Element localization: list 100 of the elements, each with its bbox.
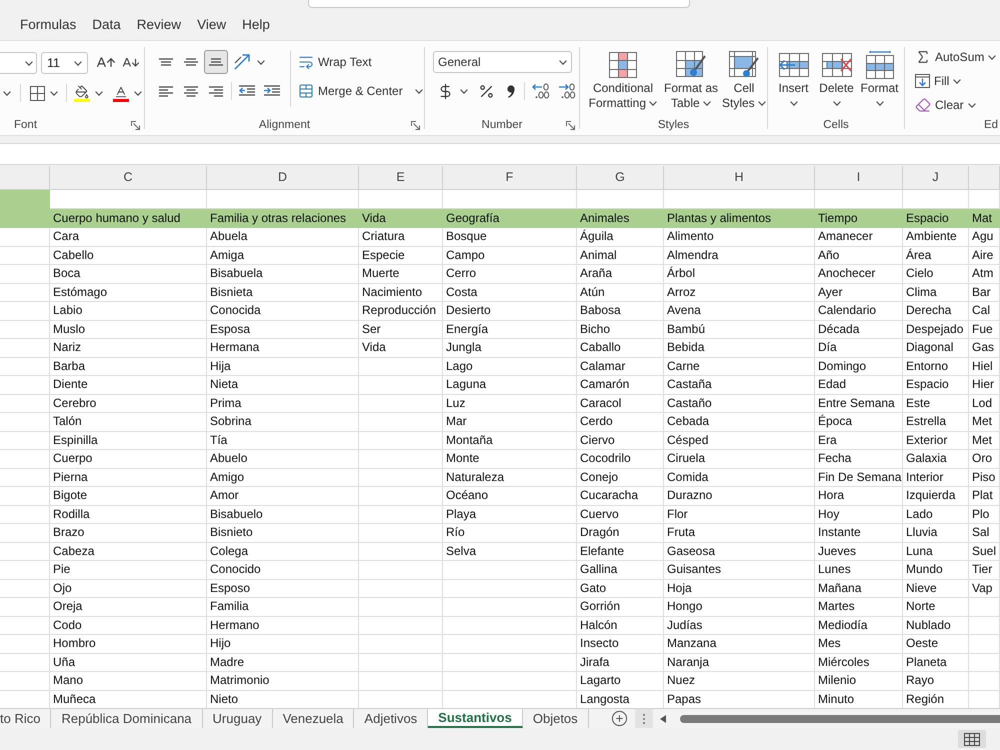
chevron-down-icon[interactable] (25, 60, 33, 66)
table-cell: Lluvia (903, 524, 969, 542)
clear-button[interactable]: Clear (915, 93, 976, 117)
chevron-down-icon[interactable] (790, 101, 798, 106)
table-cell: Energía (443, 320, 577, 339)
delete-button[interactable]: Delete (815, 49, 858, 117)
increase-indent-icon[interactable] (264, 85, 280, 97)
chevron-down-icon[interactable] (257, 60, 265, 64)
column-header[interactable]: E (359, 166, 443, 190)
merge-center-button[interactable]: Merge & Center (296, 79, 425, 103)
format-cells-icon[interactable] (866, 51, 894, 79)
header-cell: Geografía (443, 209, 577, 228)
chevron-down-icon[interactable] (953, 78, 962, 84)
column-header[interactable]: H (664, 166, 815, 190)
font-size-dropdown[interactable]: 11 (41, 52, 88, 74)
wrap-text-button[interactable]: Wrap Text (296, 49, 425, 75)
table-cell: Ayer (815, 284, 903, 302)
format-as-table-button[interactable]: Format as Table (661, 49, 721, 117)
decrease-indent-icon[interactable] (239, 85, 255, 97)
chevron-down-icon[interactable] (74, 60, 82, 66)
chevron-down-icon[interactable] (50, 90, 58, 96)
font-color-icon[interactable] (113, 84, 129, 102)
table-cell: Reproducción (359, 302, 443, 320)
plus-circle-icon[interactable] (610, 710, 628, 727)
chevron-down-icon[interactable] (832, 101, 840, 106)
chevron-down-icon[interactable] (134, 90, 142, 96)
chevron-down-icon[interactable] (988, 54, 996, 60)
left-triangle-icon[interactable] (660, 714, 666, 722)
column-header[interactable]: D (207, 166, 359, 190)
table-cell: Amor (207, 487, 359, 506)
table-cell: Espinilla (50, 432, 207, 450)
align-bottom-icon[interactable] (209, 58, 223, 66)
conditional-formatting-icon[interactable] (609, 52, 637, 78)
column-header[interactable]: F (443, 166, 577, 190)
table-cell: Castaña (664, 376, 815, 394)
dialog-launcher-icon[interactable] (566, 121, 575, 130)
chevron-down-icon[interactable] (460, 88, 468, 94)
column-header[interactable]: C (50, 166, 207, 190)
align-left-icon[interactable] (159, 86, 173, 96)
fill-down-icon[interactable] (915, 74, 930, 88)
column-header[interactable]: J (903, 166, 969, 190)
table-cell: Fin De Semana (815, 468, 903, 487)
conditional-formatting-button[interactable]: Conditional Formatting (585, 49, 661, 117)
normal-view-button[interactable] (958, 730, 986, 748)
fill-button[interactable]: Fill (915, 69, 962, 93)
table-cell: Plat (969, 487, 1000, 506)
align-center-icon[interactable] (184, 86, 198, 96)
chevron-down-icon[interactable] (95, 90, 103, 96)
table-cell: Avena (664, 302, 815, 320)
fill-color-icon[interactable] (74, 84, 90, 102)
autosum-button[interactable]: AutoSum (915, 45, 996, 69)
align-middle-icon[interactable] (184, 58, 198, 66)
cell-brush-icon[interactable] (729, 51, 759, 79)
borders-icon[interactable] (30, 86, 45, 100)
table-cell: Nieto (207, 690, 359, 708)
format-button[interactable]: Format (858, 49, 901, 117)
menu-tab[interactable]: View (189, 14, 234, 36)
table-cell: Bambú (664, 320, 815, 339)
table-cell: Río (443, 524, 577, 542)
sheet-tab[interactable]: Sustantivos (428, 709, 523, 728)
comma-icon[interactable] (507, 84, 515, 98)
number-format-dropdown[interactable]: General (433, 51, 572, 73)
menu-tab[interactable]: Formulas (12, 14, 84, 36)
table-cell: Jungla (443, 339, 577, 358)
column-header[interactable]: I (815, 166, 903, 190)
menu-tab[interactable]: Review (128, 14, 190, 36)
percent-icon[interactable] (478, 82, 495, 100)
delete-cells-icon[interactable] (822, 53, 852, 77)
chevron-down-icon[interactable] (703, 101, 712, 106)
table-cell: Fue (969, 320, 1000, 339)
eraser-icon[interactable] (915, 97, 931, 113)
menu-tab[interactable]: Data (84, 14, 129, 36)
wrap-text-icon[interactable] (298, 54, 314, 70)
align-top-icon[interactable] (159, 58, 173, 66)
merge-cells-icon[interactable] (298, 83, 314, 99)
cell-styles-button[interactable]: Cell Styles (721, 49, 767, 117)
chevron-down-icon[interactable] (968, 102, 976, 108)
table-cell: Guisantes (664, 561, 815, 580)
menu-tab[interactable]: Help (234, 14, 278, 36)
dialog-launcher-icon[interactable] (411, 121, 420, 130)
chevron-down-icon[interactable] (758, 101, 766, 106)
chevron-down-icon[interactable] (876, 101, 884, 106)
table-cell: Día (815, 339, 903, 358)
chevron-down-icon[interactable] (559, 60, 567, 64)
chevron-down-icon[interactable] (649, 101, 658, 106)
table-cell: Pie (50, 561, 207, 580)
insert-button[interactable]: Insert (772, 49, 815, 117)
table-cell: Gallina (577, 561, 664, 580)
align-right-icon[interactable] (209, 86, 223, 96)
chevron-down-icon[interactable] (3, 90, 11, 96)
column-header[interactable]: G (577, 166, 664, 190)
insert-cells-icon[interactable] (778, 53, 808, 77)
table-brush-icon[interactable] (676, 51, 706, 79)
diagonal-arrow-icon[interactable] (234, 54, 250, 70)
arrow-left-zeros-icon[interactable] (532, 83, 550, 99)
dialog-launcher-icon[interactable] (131, 121, 140, 130)
vertical-align-button[interactable] (204, 50, 228, 74)
arrow-right-zeros-icon[interactable] (558, 83, 576, 99)
chevron-down-icon[interactable] (414, 88, 423, 94)
search-field[interactable] (308, 0, 690, 8)
